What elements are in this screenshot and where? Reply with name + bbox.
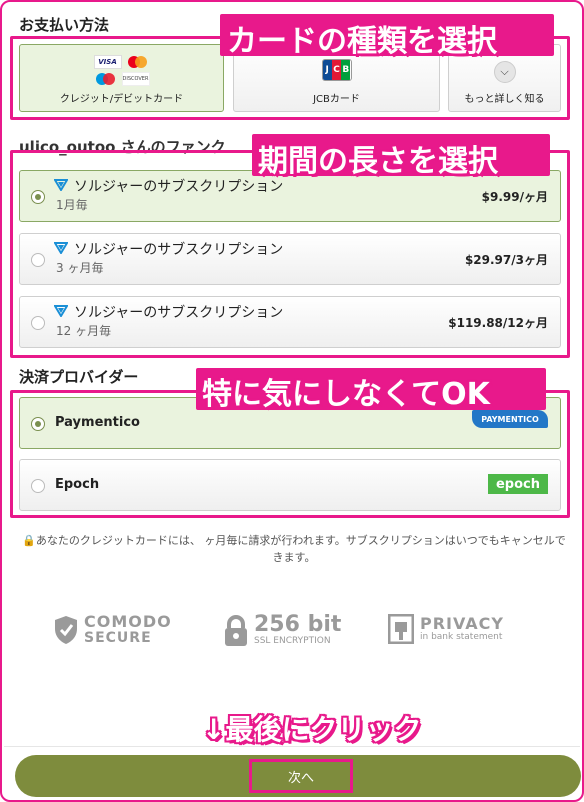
lock-icon	[225, 614, 247, 646]
annotation-period: 期間の長さを選択	[258, 144, 498, 179]
payment-method-title: お支払い方法	[19, 16, 110, 34]
billing-note: 🔒あなたのクレジットカードには、 ヶ月毎に請求が行われます。サブスクリプションは…	[22, 534, 566, 564]
provider-title: 決済プロバイダー	[19, 368, 139, 386]
privacy-icon	[388, 614, 414, 644]
annotation-provider: 特に気にしなくてOK	[202, 377, 490, 412]
annotation-click: ↓最後にクリック	[202, 713, 422, 746]
privacy-badge: PRIVACY in bank statement	[388, 614, 504, 644]
annotation-box-period	[10, 150, 570, 358]
payment-dialog: お支払い方法 VISA DISCOVER クレジット/デビットカード J C B…	[0, 0, 584, 802]
ssl-encryption-badge: 256 bit SSL ENCRYPTION	[224, 614, 341, 647]
next-button[interactable]: 次へ	[249, 759, 353, 793]
shield-icon	[55, 616, 77, 644]
comodo-secure-badge: COMODO SECURE	[54, 614, 172, 646]
annotation-card-type: カードの種類を選択	[227, 24, 497, 59]
